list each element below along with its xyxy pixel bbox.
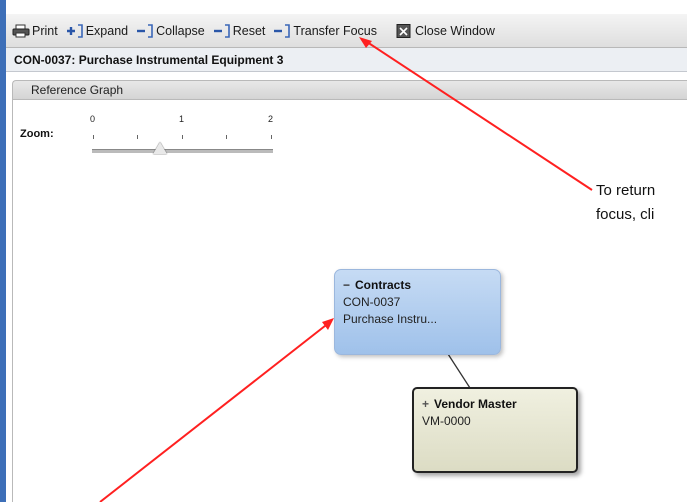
zoom-tick <box>226 135 227 139</box>
collapse-icon <box>136 23 154 38</box>
annotation-text-line-2: focus, cli <box>596 206 655 223</box>
zoom-tick-label-2: 2 <box>268 114 274 124</box>
print-button[interactable]: Print <box>12 20 66 42</box>
zoom-slider-track[interactable] <box>92 149 273 153</box>
zoom-tick <box>93 135 94 139</box>
reset-label: Reset <box>232 23 266 38</box>
contracts-node-title: − Contracts <box>343 278 500 292</box>
toolbar: Print Expand Collapse Reset Transfer Foc… <box>6 14 687 48</box>
contracts-node[interactable]: − Contracts CON-0037 Purchase Instru... <box>334 269 501 355</box>
reset-button[interactable]: Reset <box>213 20 274 42</box>
zoom-tick <box>271 135 272 139</box>
transfer-focus-icon <box>273 23 291 38</box>
collapse-label: Collapse <box>156 23 205 38</box>
close-window-icon <box>395 23 413 38</box>
zoom-slider-thumb[interactable] <box>153 142 167 154</box>
zoom-label: Zoom: <box>20 128 54 140</box>
vendor-master-node[interactable]: + Vendor Master VM-0000 <box>412 387 578 473</box>
close-window-button[interactable]: Close Window <box>395 20 503 42</box>
vendor-master-node-id: VM-0000 <box>422 414 471 428</box>
transfer-focus-button[interactable]: Transfer Focus <box>273 20 385 42</box>
vendor-master-node-label: Vendor Master <box>434 397 517 411</box>
zoom-tick-label-0: 0 <box>90 114 96 124</box>
zoom-tick-label-1: 1 <box>179 114 185 124</box>
collapse-button[interactable]: Collapse <box>136 20 213 42</box>
vendor-master-node-title: + Vendor Master <box>422 397 576 411</box>
expand-button[interactable]: Expand <box>66 20 136 42</box>
expand-icon <box>66 23 84 38</box>
expand-node-icon[interactable]: + <box>422 397 429 411</box>
zoom-tick <box>182 135 183 139</box>
close-window-label: Close Window <box>415 23 495 38</box>
zoom-tick <box>137 135 138 139</box>
expand-label: Expand <box>85 23 129 38</box>
printer-icon <box>12 24 30 38</box>
window-title: CON-0037: Purchase Instrumental Equipmen… <box>6 48 687 72</box>
annotation-text-line-1: To return <box>596 182 656 199</box>
reset-icon <box>213 23 231 38</box>
transfer-focus-label: Transfer Focus <box>293 23 377 38</box>
print-label: Print <box>32 23 58 38</box>
contracts-node-label: Contracts <box>355 278 412 292</box>
contracts-node-id: CON-0037 <box>343 295 401 309</box>
collapse-node-icon[interactable]: − <box>343 278 350 292</box>
reference-graph-tab[interactable]: Reference Graph <box>12 80 687 100</box>
contracts-node-description: Purchase Instru... <box>343 312 438 326</box>
